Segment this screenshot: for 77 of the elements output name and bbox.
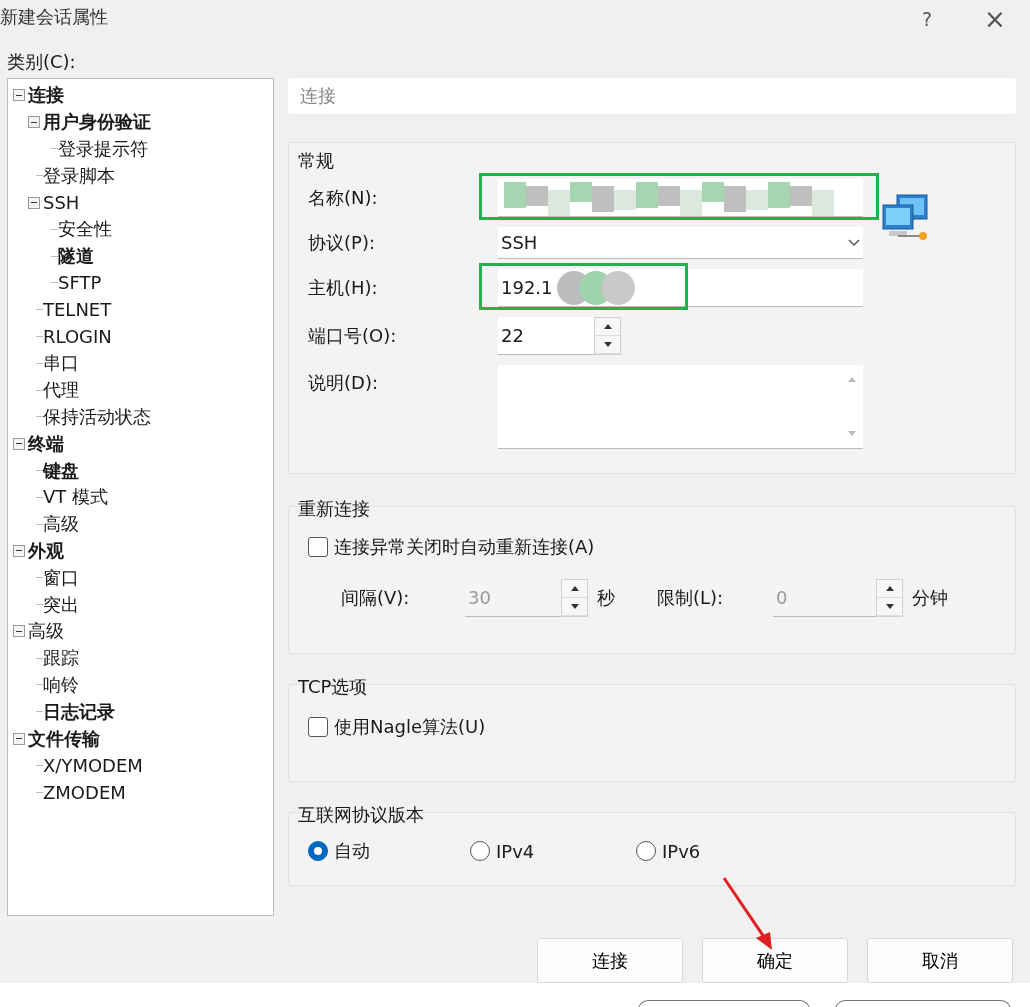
tree-item[interactable]: 串口 <box>43 351 79 376</box>
tree-item[interactable]: 连接 <box>28 83 64 108</box>
spin-up-button[interactable] <box>877 580 902 598</box>
tree-item[interactable]: 安全性 <box>58 217 112 242</box>
field-label: 间隔(V): <box>340 586 411 610</box>
field-label: 说明(D): <box>308 371 379 395</box>
tree-item[interactable]: SSH <box>43 192 80 214</box>
dialog-button[interactable]: 连接 <box>537 938 683 983</box>
tree-item[interactable]: X/YMODEM <box>43 754 143 776</box>
field-label: 主机(H): <box>308 276 379 300</box>
tree-item[interactable]: 键盘 <box>43 458 79 483</box>
expander-icon[interactable] <box>28 116 40 129</box>
field-label: 名称(N): <box>308 186 379 210</box>
group-title: 常规 <box>297 149 335 173</box>
help-button[interactable]: ? <box>907 7 947 32</box>
group-title: TCP选项 <box>297 675 369 699</box>
tree-item[interactable]: TELNET <box>43 299 112 321</box>
radio-label: 自动 <box>334 839 370 863</box>
tree-item[interactable]: SFTP <box>58 272 102 294</box>
expander-icon[interactable] <box>13 732 25 745</box>
tree-item[interactable]: VT 模式 <box>43 485 109 510</box>
spin-up-button[interactable] <box>562 580 587 598</box>
tree-item[interactable]: 突出 <box>43 592 79 617</box>
dialog-button[interactable]: 取消 <box>867 938 1013 983</box>
tree-item[interactable]: 隧道 <box>58 244 94 269</box>
tree-item[interactable]: 登录提示符 <box>58 137 148 161</box>
spin-down-button[interactable] <box>595 336 620 354</box>
unit-label: 分钟 <box>912 586 949 610</box>
radio-button[interactable] <box>470 841 490 861</box>
tree-item[interactable]: 代理 <box>43 378 79 403</box>
page-header: 连接 <box>288 78 1016 114</box>
expander-icon[interactable] <box>13 89 25 102</box>
checkbox[interactable] <box>308 537 328 557</box>
group-title: 互联网协议版本 <box>297 803 425 827</box>
tree-item[interactable]: 日志记录 <box>43 699 115 724</box>
expander-icon[interactable] <box>13 625 25 638</box>
spin-down-button[interactable] <box>877 598 902 616</box>
radio-label: IPv4 <box>496 840 535 862</box>
checkbox-label: 连接异常关闭时自动重新连接(A) <box>334 535 595 559</box>
tree-item[interactable]: 高级 <box>28 619 64 644</box>
expander-icon[interactable] <box>28 196 40 209</box>
unit-label: 秒 <box>597 586 616 610</box>
tree-item[interactable]: 外观 <box>28 538 64 563</box>
tree-item[interactable]: 用户身份验证 <box>43 110 151 135</box>
tree-item[interactable]: 文件传输 <box>28 726 100 751</box>
expander-icon[interactable] <box>13 544 25 557</box>
tree-item[interactable]: 响铃 <box>43 672 79 697</box>
tree-item[interactable]: 高级 <box>43 512 79 537</box>
host-field[interactable]: 192.1 <box>498 269 863 307</box>
tree-item[interactable]: 保持活动状态 <box>43 404 151 429</box>
tree-item[interactable]: 窗口 <box>43 565 79 590</box>
tree-item[interactable]: 终端 <box>28 431 64 456</box>
spin-up-button[interactable] <box>595 318 620 336</box>
port-field[interactable]: 22 <box>498 317 594 355</box>
dialog-button[interactable]: 确定 <box>702 938 848 983</box>
tree-item[interactable]: 跟踪 <box>43 646 79 671</box>
description-field[interactable] <box>498 365 863 449</box>
field-label: 协议(P): <box>308 231 376 255</box>
chevron-down-icon <box>848 238 860 247</box>
field-label: 端口号(O): <box>308 324 398 348</box>
checkbox-label: 使用Nagle算法(U) <box>334 715 486 739</box>
group-title: 重新连接 <box>297 497 371 521</box>
radio-label: IPv6 <box>662 840 701 862</box>
tree-item[interactable]: ZMODEM <box>43 781 126 803</box>
expander-icon[interactable] <box>13 437 25 450</box>
name-field[interactable] <box>498 179 863 217</box>
close-button[interactable]: × <box>975 3 1015 36</box>
checkbox[interactable] <box>308 717 328 737</box>
category-label: 类别(C): <box>7 51 76 73</box>
tree-item[interactable]: RLOGIN <box>43 326 112 348</box>
radio-button[interactable] <box>308 841 328 861</box>
protocol-dropdown[interactable]: SSH <box>498 227 863 259</box>
radio-button[interactable] <box>636 841 656 861</box>
tree-item[interactable]: 登录脚本 <box>43 163 115 188</box>
spin-down-button[interactable] <box>562 598 587 616</box>
window-title: 新建会话属性 <box>0 5 109 30</box>
field-label: 限制(L): <box>657 586 725 610</box>
